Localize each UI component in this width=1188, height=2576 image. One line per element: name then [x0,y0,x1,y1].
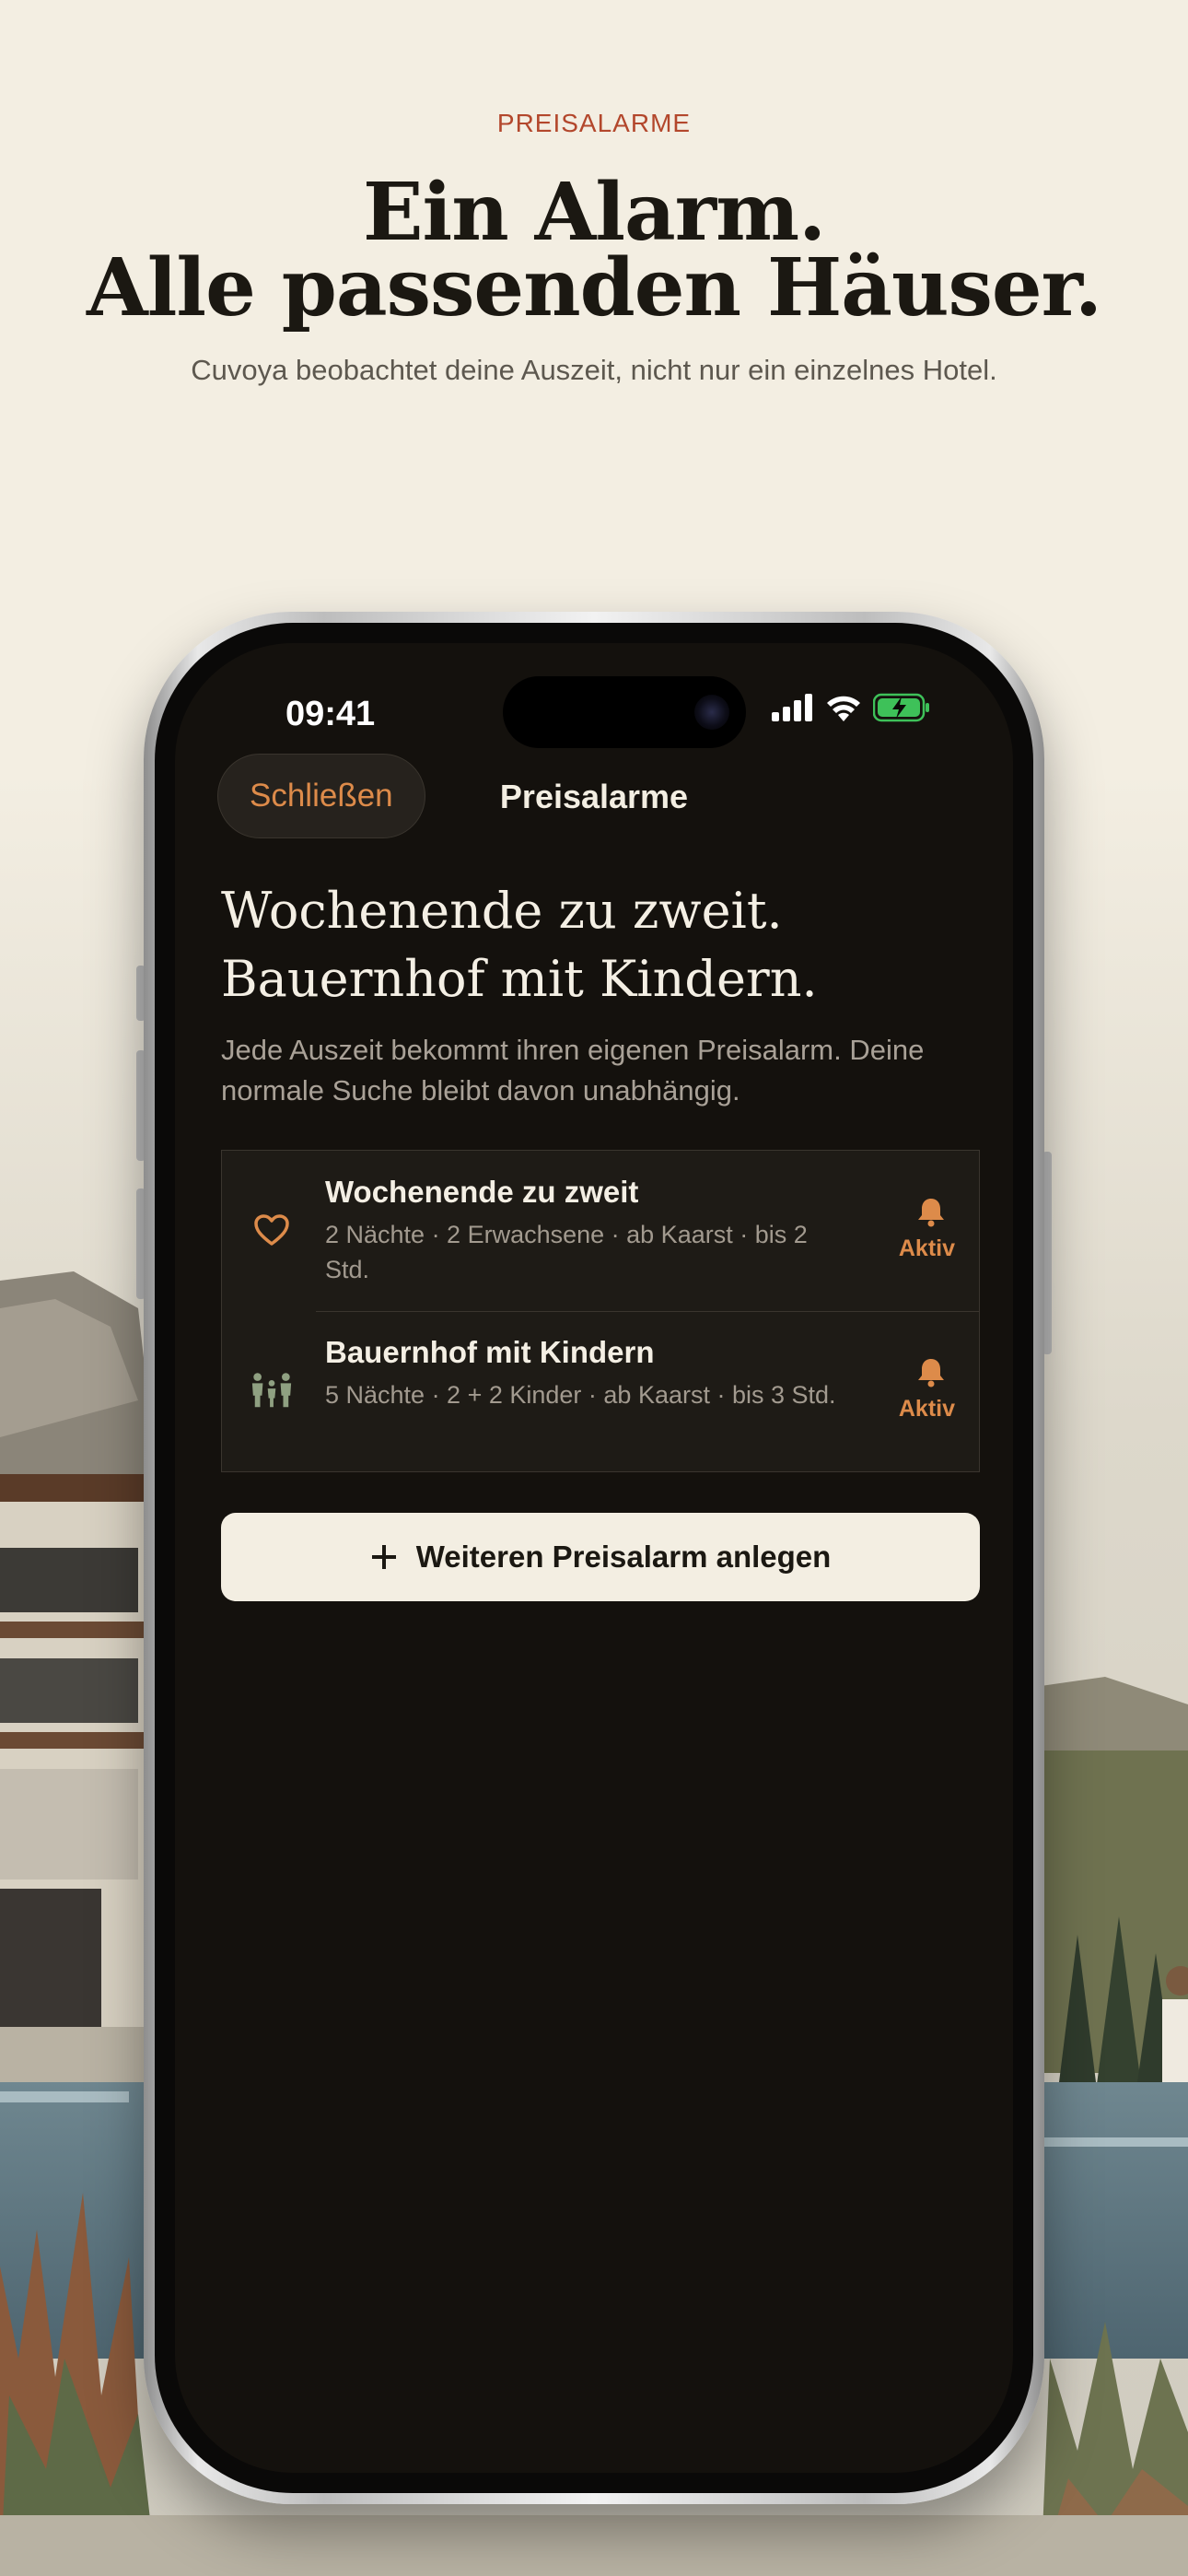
screen-heading-line-2: Bauernhof mit Kindern. [221,950,818,1008]
nav-title: Preisalarme [499,778,689,815]
battery-charging-icon [873,693,929,722]
alarm-title: Bauernhof mit Kindern [325,1335,655,1369]
alarm-meta: 5 Nächte · 2 + 2 Kinder · ab Kaarst · bi… [325,1381,836,1409]
alarm-row-wochenende[interactable]: Wochenende zu zweit 2 Nächte · 2 Erwachs… [222,1151,979,1311]
eyebrow-label: PREISALARME [496,109,692,137]
wifi-icon [827,696,860,721]
headline-line-2: Alle passenden Häuser. [87,241,1102,334]
headline-line-1: Ein Alarm. [362,166,826,259]
status-badge: Aktiv [898,1235,955,1261]
alarm-list: Wochenende zu zweit 2 Nächte · 2 Erwachs… [221,1150,980,1472]
phone-frame: 09:41 Schließen Preisalarme Wochenende z… [144,612,1044,2504]
screen-heading-line-1: Wochenende zu zweit. [221,882,783,940]
dynamic-island [503,676,746,748]
front-camera-icon [694,695,729,730]
heart-icon [250,1208,294,1252]
add-price-alarm-button[interactable]: Weiteren Preisalarm anlegen [221,1513,980,1601]
screen-heading: Wochenende zu zweit. Bauernhof mit Kinde… [221,877,1013,1013]
phone-screen: 09:41 Schließen Preisalarme Wochenende z… [175,643,1013,2473]
phone-bezel: 09:41 Schließen Preisalarme Wochenende z… [155,623,1033,2493]
bell-icon [918,1199,944,1227]
family-icon [250,1368,294,1412]
bell-icon [918,1359,944,1388]
subline: Cuvoya beobachtet deine Auszeit, nicht n… [191,354,997,386]
status-badge: Aktiv [898,1396,955,1422]
status-time: 09:41 [285,695,376,733]
headline: Ein Alarm. Alle passenden Häuser. [0,166,1188,334]
cellular-signal-icon [772,694,812,721]
add-button-label: Weiteren Preisalarm anlegen [415,1540,832,1574]
alarm-row-bauernhof[interactable]: Bauernhof mit Kindern 5 Nächte · 2 + 2 K… [222,1311,979,1471]
plus-icon [371,1545,396,1569]
alarm-title: Wochenende zu zweit [325,1175,639,1209]
alarm-meta: 2 Nächte · 2 Erwachsene · ab Kaarst · bi… [325,1221,808,1283]
status-icons [772,693,930,722]
screen-description: Jede Auszeit bekommt ihren eigenen Preis… [221,1034,925,1107]
